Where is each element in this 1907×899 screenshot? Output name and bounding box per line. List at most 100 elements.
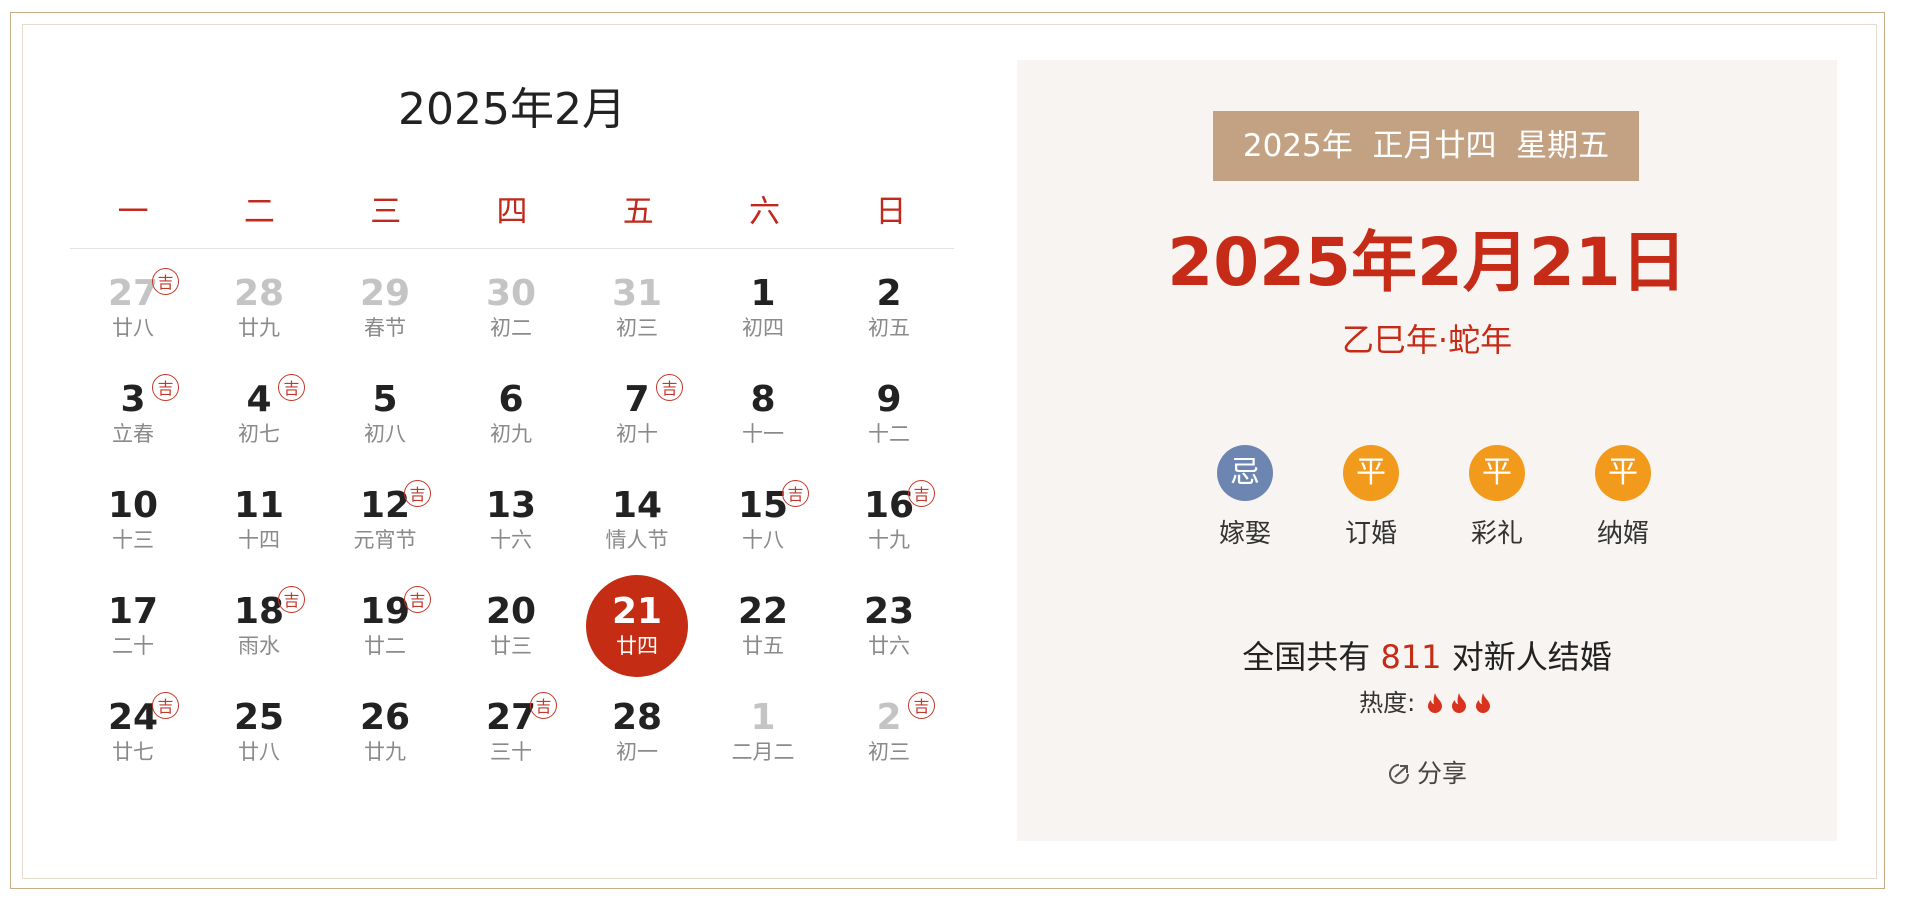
lunar-date-badge: 2025年 正月廿四 星期五	[1213, 111, 1639, 181]
lunar-day: 立春	[112, 422, 154, 446]
lunar-day: 廿二	[364, 634, 406, 658]
day-number: 2	[876, 697, 902, 738]
day-cell[interactable]: 7 初十 吉	[574, 361, 700, 467]
lunar-day: 十四	[238, 528, 280, 552]
share-button[interactable]: 分享	[1017, 756, 1837, 792]
day-cell[interactable]: 6 初九	[448, 361, 574, 467]
lunar-day: 三十	[490, 740, 532, 764]
lunar-day: 元宵节	[353, 528, 417, 552]
day-cell[interactable]: 27 三十 吉	[448, 679, 574, 785]
weekday-2: 三	[370, 193, 402, 230]
day-cell[interactable]: 20 廿三	[448, 573, 574, 679]
day-cell[interactable]: 8 十一	[700, 361, 826, 467]
day-cell-selected[interactable]: 21 廿四	[574, 573, 700, 679]
day-cell[interactable]: 28 廿九	[196, 255, 322, 361]
day-cell[interactable]: 1 初四	[700, 255, 826, 361]
auspicious-badge: 吉	[404, 480, 431, 507]
day-cell[interactable]: 31 初三	[574, 255, 700, 361]
activity-item: 忌嫁娶	[1182, 445, 1308, 550]
auspicious-badge: 吉	[278, 586, 305, 613]
activity-list: 忌嫁娶平订婚平彩礼平纳婿	[1182, 445, 1686, 550]
lunar-day: 十六	[490, 528, 532, 552]
day-cell[interactable]: 18 雨水 吉	[196, 573, 322, 679]
lunar-day: 初三	[868, 740, 910, 764]
lunar-day: 廿九	[364, 740, 406, 764]
auspicious-badge: 吉	[908, 692, 935, 719]
lunar-day: 雨水	[238, 634, 280, 658]
auspicious-badge: 吉	[782, 480, 809, 507]
day-number: 1	[750, 697, 776, 738]
auspicious-badge: 吉	[152, 374, 179, 401]
day-number: 10	[107, 485, 159, 526]
share-icon	[1389, 764, 1409, 784]
day-cell[interactable]: 19 廿二 吉	[322, 573, 448, 679]
day-number: 18	[233, 591, 285, 632]
day-number: 2	[876, 273, 902, 314]
lunar-day: 十八	[742, 528, 784, 552]
wedding-count-suffix: 对新人结婚	[1441, 638, 1612, 676]
day-cell[interactable]: 11 十四	[196, 467, 322, 573]
day-number: 22	[737, 591, 789, 632]
day-cell[interactable]: 17 二十	[70, 573, 196, 679]
day-number: 3	[120, 379, 146, 420]
day-cell[interactable]: 25 廿八	[196, 679, 322, 785]
activity-item: 平订婚	[1308, 445, 1434, 550]
day-cell[interactable]: 10 十三	[70, 467, 196, 573]
day-number: 9	[876, 379, 902, 420]
day-cell[interactable]: 29 春节	[322, 255, 448, 361]
day-number: 25	[233, 697, 285, 738]
calendar: 2025年2月 一二三四五六日 27 廿八吉 28 廿九 29 春节 30 初二 31 初三 1 初四…	[70, 60, 954, 785]
lunar-day: 初五	[868, 316, 910, 340]
activity-rating-badge: 忌	[1217, 445, 1273, 501]
day-cell[interactable]: 26 廿九	[322, 679, 448, 785]
lunar-day: 初十	[616, 422, 658, 446]
day-number: 27	[107, 273, 159, 314]
day-cell[interactable]: 22 廿五	[700, 573, 826, 679]
lunar-day: 二月二	[731, 740, 795, 764]
day-cell[interactable]: 9 十二	[826, 361, 952, 467]
lunar-day: 初一	[616, 740, 658, 764]
lunar-day: 廿八	[238, 740, 280, 764]
day-info-panel: 2025年 正月廿四 星期五 2025年2月21日 乙巳年·蛇年 忌嫁娶平订婚平…	[1017, 60, 1837, 841]
weekday-header: 一二三四五六日	[70, 168, 954, 249]
lunar-day: 情人节	[605, 528, 669, 552]
day-cell[interactable]: 2 初三 吉	[826, 679, 952, 785]
activity-item: 平纳婿	[1560, 445, 1686, 550]
lunar-day: 初二	[490, 316, 532, 340]
day-cell[interactable]: 4 初七 吉	[196, 361, 322, 467]
day-cell[interactable]: 23 廿六	[826, 573, 952, 679]
day-cell[interactable]: 2 初五	[826, 255, 952, 361]
activity-item: 平彩礼	[1434, 445, 1560, 550]
day-number: 11	[233, 485, 285, 526]
day-cell[interactable]: 13 十六	[448, 467, 574, 573]
day-number: 8	[750, 379, 776, 420]
day-number: 14	[611, 485, 663, 526]
activity-rating-badge: 平	[1343, 445, 1399, 501]
day-cell[interactable]: 15 十八 吉	[700, 467, 826, 573]
day-number: 15	[737, 485, 789, 526]
day-cell[interactable]: 14 情人节	[574, 467, 700, 573]
wedding-count-prefix: 全国共有	[1242, 638, 1381, 676]
auspicious-badge: 吉	[656, 374, 683, 401]
day-number: 28	[233, 273, 285, 314]
day-cell[interactable]: 16 十九 吉	[826, 467, 952, 573]
lunar-day: 十二	[868, 422, 910, 446]
weekday-4: 五	[622, 193, 654, 230]
day-number: 13	[485, 485, 537, 526]
day-number: 19	[359, 591, 411, 632]
day-cell[interactable]: 30 初二	[448, 255, 574, 361]
lunar-day: 春节	[364, 316, 406, 340]
day-cell[interactable]: 12 元宵节 吉	[322, 467, 448, 573]
day-number: 24	[107, 697, 159, 738]
lunar-day: 廿五	[742, 634, 784, 658]
heat-indicator: 热度:	[1017, 685, 1837, 721]
day-cell[interactable]: 27 廿八 吉	[70, 255, 196, 361]
wedding-count: 全国共有 811 对新人结婚	[1017, 635, 1837, 679]
day-number: 21	[611, 591, 663, 632]
day-cell[interactable]: 1 二月二	[700, 679, 826, 785]
day-cell[interactable]: 28 初一	[574, 679, 700, 785]
day-cell[interactable]: 24 廿七 吉	[70, 679, 196, 785]
day-cell[interactable]: 5 初八	[322, 361, 448, 467]
lunar-day: 廿四	[616, 634, 658, 658]
day-cell[interactable]: 3 立春 吉	[70, 361, 196, 467]
